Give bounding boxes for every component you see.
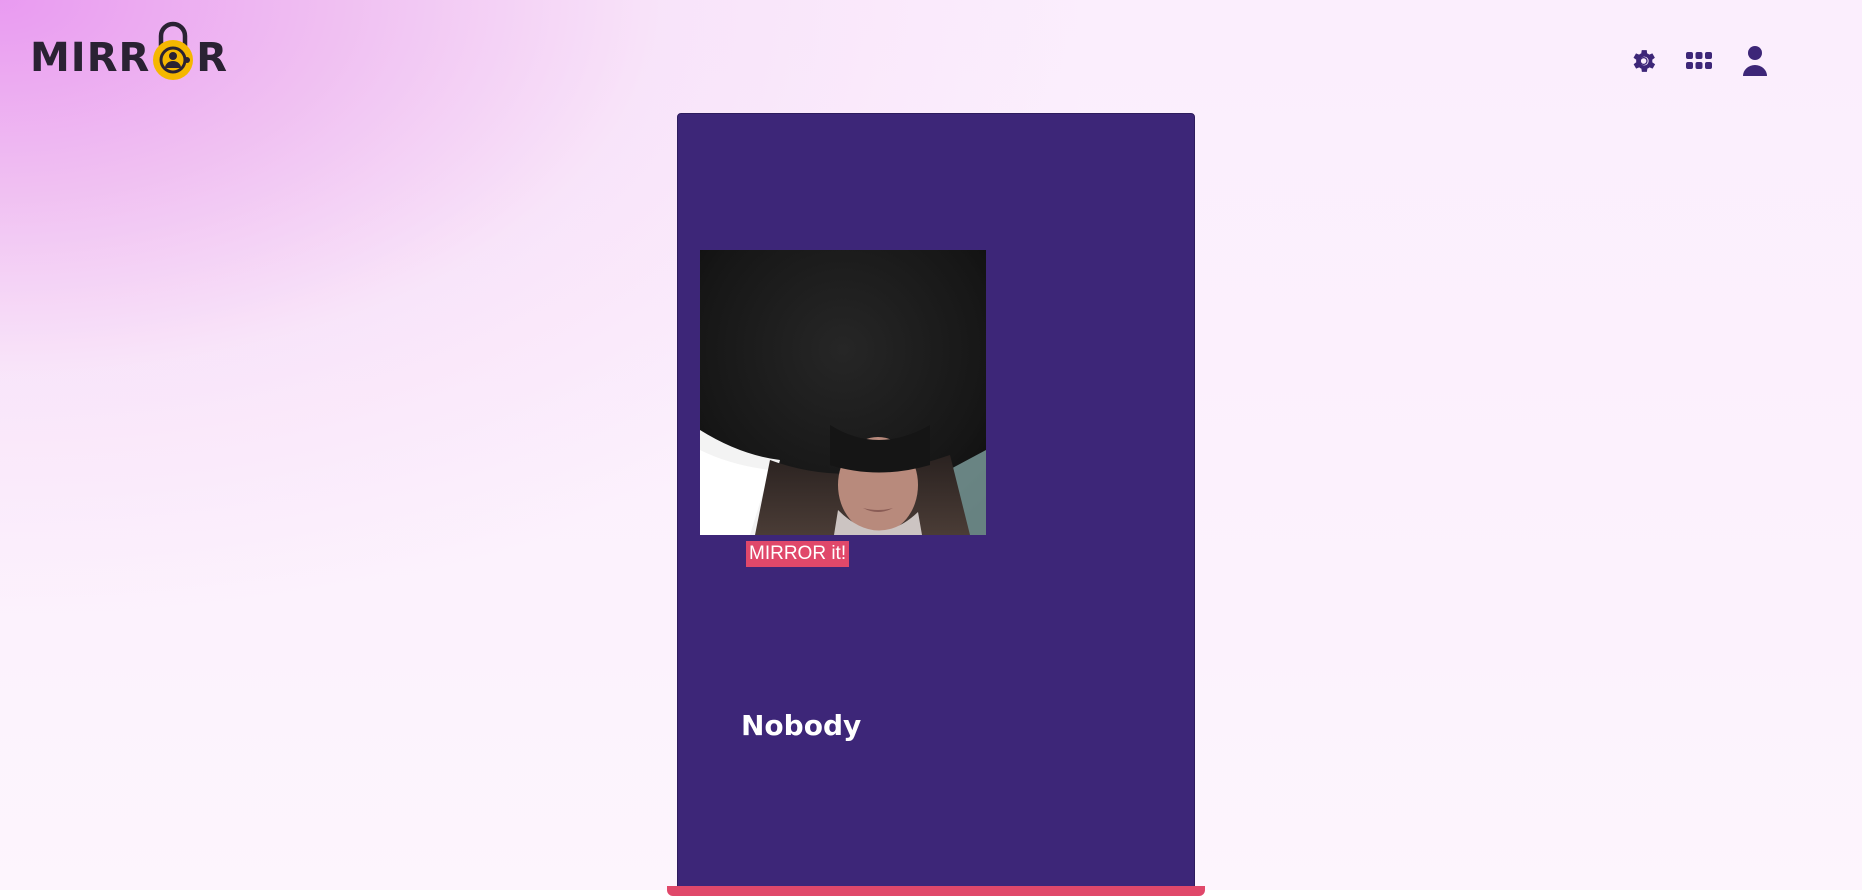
webcam-capture <box>700 250 986 535</box>
result-label: Nobody <box>741 709 862 742</box>
profile-button[interactable] <box>1738 44 1772 78</box>
settings-button[interactable] <box>1626 44 1660 78</box>
app-logo[interactable]: MIRR R <box>30 12 230 82</box>
card-bottom-bar <box>667 886 1205 896</box>
logo-text-left: MIRR <box>30 35 151 81</box>
mirror-it-button[interactable]: MIRROR it! <box>746 541 850 567</box>
header-actions <box>1626 44 1772 78</box>
mirror-card: MIRROR it! Nobody <box>677 113 1195 890</box>
apps-button[interactable] <box>1682 44 1716 78</box>
user-icon <box>1743 46 1767 76</box>
gear-icon <box>1633 50 1656 72</box>
logo-text-right: R <box>196 35 229 81</box>
apps-grid-icon <box>1686 52 1712 69</box>
padlock-face-icon <box>151 20 195 82</box>
